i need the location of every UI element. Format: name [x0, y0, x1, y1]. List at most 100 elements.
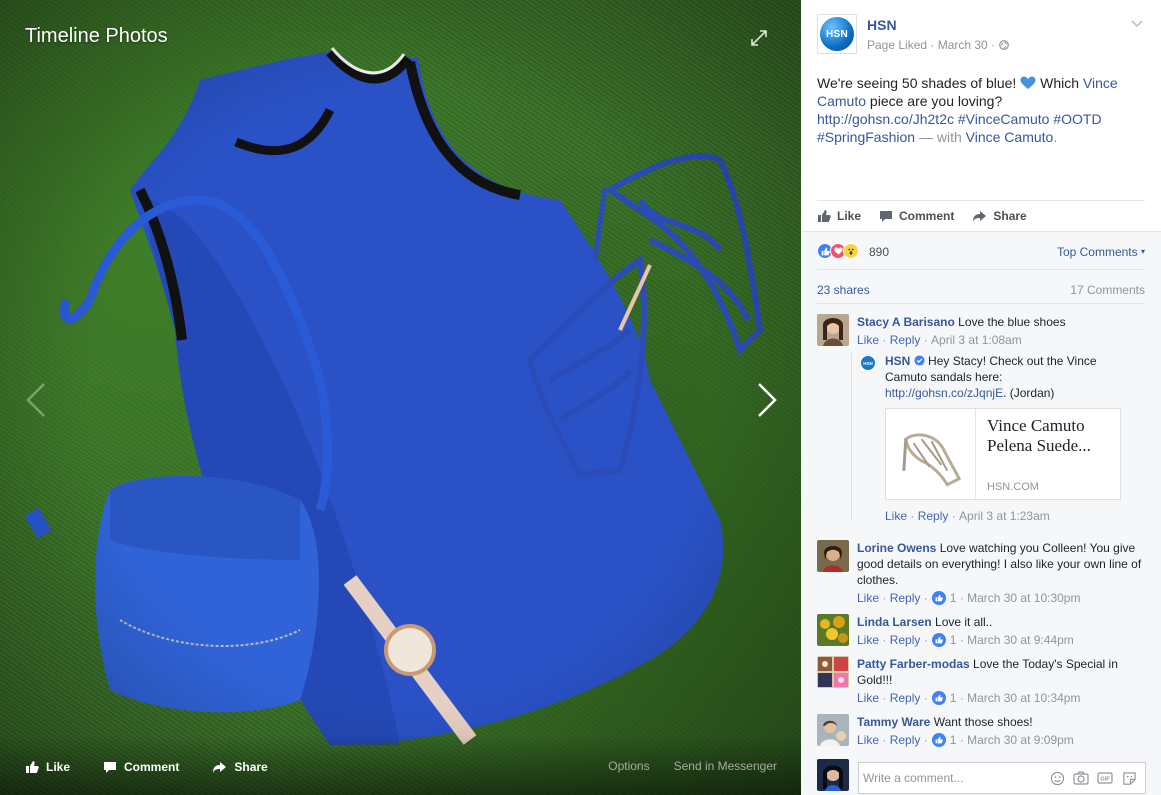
photo-image [24, 47, 764, 745]
comment-icon [104, 761, 117, 773]
post-side-panel: HSN HSN Page Liked · March 30 · We're se… [801, 0, 1161, 795]
reply-time[interactable]: April 3 at 1:23am [959, 509, 1050, 523]
photo-comment-button[interactable]: Comment [103, 760, 179, 774]
reply-link[interactable]: http://gohsn.co/zJqnjE [885, 386, 1003, 400]
post-comment-button[interactable]: Comment [879, 209, 954, 223]
comment-reply-link[interactable]: Reply [890, 632, 921, 648]
svg-text:GIF: GIF [1100, 777, 1110, 783]
expand-icon[interactable] [748, 27, 770, 49]
avatar[interactable] [817, 614, 849, 646]
link-preview-card[interactable]: Vince Camuto Pelena Suede... HSN.COM [885, 408, 1121, 500]
previous-photo-arrow-icon[interactable] [24, 380, 48, 420]
post-text-part2: Which [1036, 75, 1083, 91]
feedback-section: 890 Top Comments ▾ 23 shares 17 Comments… [801, 231, 1161, 795]
shares-row: 23 shares 17 Comments [817, 270, 1145, 304]
hsn-logo: HSN [820, 17, 854, 51]
send-in-messenger-link[interactable]: Send in Messenger [674, 759, 777, 773]
emoji-icon[interactable] [1049, 770, 1065, 786]
comment-composer: GIF [801, 751, 1161, 795]
reply-reply-link[interactable]: Reply [918, 509, 949, 523]
avatar[interactable] [817, 656, 849, 688]
comment-time[interactable]: April 3 at 1:08am [931, 332, 1022, 348]
post-like-button[interactable]: Like [817, 209, 861, 223]
post-text-part3: piece are you loving? [866, 93, 1003, 109]
photo-share-label: Share [234, 760, 268, 774]
comment-text: Love the blue shoes [954, 315, 1066, 329]
comment-time[interactable]: March 30 at 9:44pm [967, 632, 1074, 648]
reply-like-link[interactable]: Like [885, 509, 907, 523]
commenter-name[interactable]: Linda Larsen [857, 615, 932, 629]
gif-icon[interactable]: GIF [1097, 770, 1113, 786]
reaction-icons[interactable] [817, 243, 859, 259]
commenter-name[interactable]: Lorine Owens [857, 541, 936, 555]
post-comment-label: Comment [899, 209, 955, 223]
camera-icon[interactable] [1073, 770, 1089, 786]
top-comments-dropdown[interactable]: Top Comments ▾ [1057, 245, 1145, 259]
comment-icon [880, 210, 893, 222]
commenter-name[interactable]: Patty Farber-modas [857, 657, 970, 671]
post-link[interactable]: http://gohsn.co/Jh2t2c [817, 111, 954, 127]
sticker-icon[interactable] [1121, 770, 1137, 786]
comment-time[interactable]: March 30 at 9:09pm [967, 732, 1074, 748]
comment-time[interactable]: March 30 at 10:30pm [967, 590, 1080, 606]
comment-input-box: GIF [858, 762, 1146, 794]
reply-meta-row: Like · Reply · April 3 at 1:23am [885, 507, 1135, 523]
comment-text: Want those shoes! [930, 715, 1033, 729]
link-card-title: Vince Camuto Pelena Suede... [987, 416, 1091, 455]
comment-like-link[interactable]: Like [857, 732, 879, 748]
comment-like-count[interactable]: 1 [950, 632, 957, 648]
avatar[interactable] [817, 540, 849, 572]
link-card-domain: HSN.COM [987, 481, 1039, 493]
comment-reply-link[interactable]: Reply [890, 732, 921, 748]
comment-like-link[interactable]: Like [857, 632, 879, 648]
like-count-icon [931, 733, 946, 747]
with-text: — with [915, 129, 966, 145]
comment-meta: Like · Reply · 1 · March 30 at 9:44pm [857, 632, 1074, 648]
comment-reply-link[interactable]: Reply [890, 332, 921, 348]
reply-author-name[interactable]: HSN [885, 354, 910, 368]
page-avatar[interactable]: HSN [817, 14, 857, 54]
photo-share-button[interactable]: Share [212, 760, 268, 774]
share-arrow-icon [973, 210, 987, 222]
my-avatar[interactable] [817, 759, 849, 791]
comment-reply-link[interactable]: Reply [890, 590, 921, 606]
post-meta-text: Page Liked · March 30 · [867, 38, 996, 52]
page-name[interactable]: HSN [867, 17, 897, 33]
shares-count[interactable]: 23 shares [817, 283, 870, 297]
post-text-part1: We're seeing 50 shades of blue! [817, 75, 1021, 91]
reaction-count[interactable]: 890 [869, 245, 889, 259]
comment-like-link[interactable]: Like [857, 590, 879, 606]
avatar[interactable] [817, 314, 849, 346]
vince-camuto-tag[interactable]: Vince Camuto [966, 129, 1054, 145]
comment-meta: Like · Reply · April 3 at 1:08am [857, 332, 1022, 348]
comment-like-count[interactable]: 1 [950, 732, 957, 748]
post-end: . [1053, 129, 1058, 145]
comment-reply-link[interactable]: Reply [890, 690, 921, 706]
photo-comment-label: Comment [124, 760, 180, 774]
avatar[interactable] [817, 714, 849, 746]
comment-like-count[interactable]: 1 [950, 690, 957, 706]
post-options-chevron-icon[interactable] [1131, 17, 1143, 31]
photo-action-bar: Like Comment Share Options Send in Messe… [0, 735, 801, 795]
post-like-label: Like [837, 209, 862, 223]
photo-like-button[interactable]: Like [25, 760, 70, 774]
comments-count[interactable]: 17 Comments [1070, 283, 1145, 297]
post-meta: Page Liked · March 30 · [867, 38, 1009, 52]
next-photo-arrow-icon[interactable] [755, 380, 779, 420]
commenter-name[interactable]: Tammy Ware [857, 715, 930, 729]
post-header: HSN HSN Page Liked · March 30 · [801, 0, 1161, 68]
top-comments-label: Top Comments [1056, 245, 1138, 259]
comment-time[interactable]: March 30 at 10:34pm [967, 690, 1080, 706]
commenter-name[interactable]: Stacy A Barisano [857, 315, 955, 329]
comment-like-link[interactable]: Like [857, 332, 879, 348]
thumbs-up-icon [818, 210, 831, 222]
comment-like-link[interactable]: Like [857, 690, 879, 706]
post-share-button[interactable]: Share [972, 209, 1027, 223]
post-share-label: Share [993, 209, 1027, 223]
like-count-icon [931, 591, 946, 605]
comment-input[interactable] [859, 763, 1039, 793]
hsn-reply-avatar[interactable]: HSN [859, 354, 877, 372]
comment-like-count[interactable]: 1 [950, 590, 957, 606]
options-link[interactable]: Options [608, 759, 649, 773]
blue-heart-icon [1020, 76, 1036, 89]
